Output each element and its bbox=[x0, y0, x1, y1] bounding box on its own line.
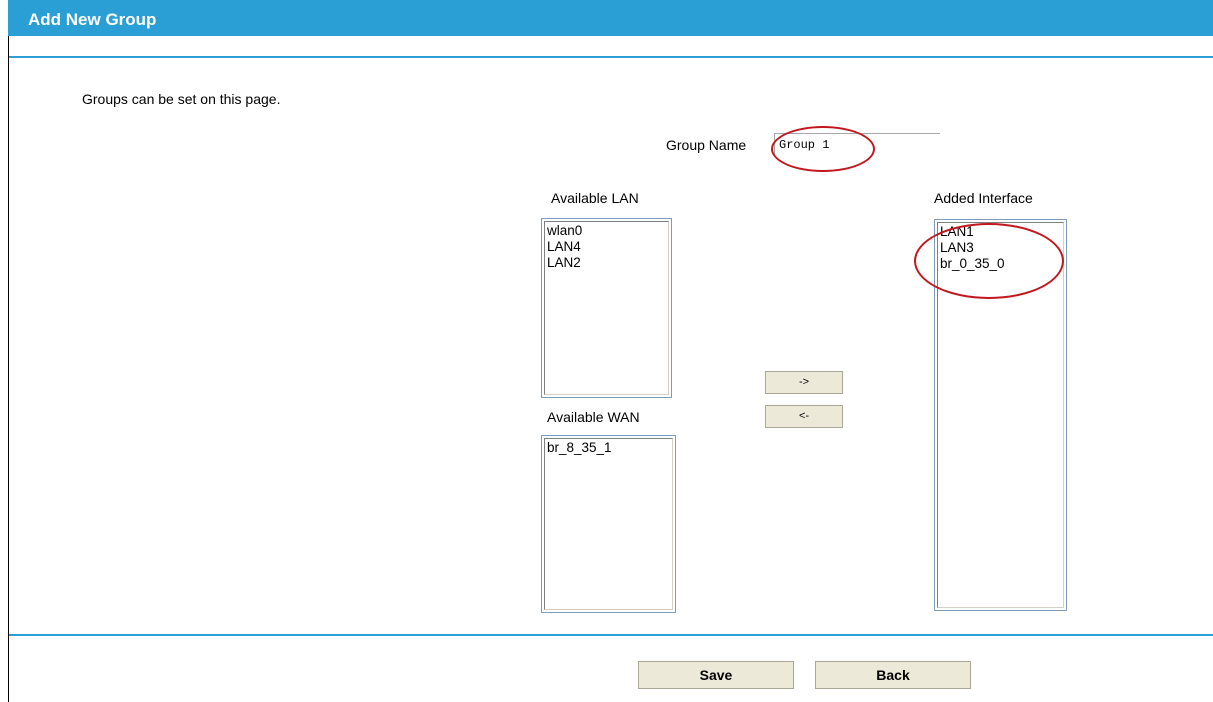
available-wan-label: Available WAN bbox=[547, 409, 640, 425]
page-title: Add New Group bbox=[28, 10, 157, 29]
add-interface-button[interactable]: -> bbox=[765, 371, 843, 394]
added-interface-label: Added Interface bbox=[934, 190, 1033, 206]
list-item[interactable]: LAN4 bbox=[547, 239, 666, 255]
save-button[interactable]: Save bbox=[638, 661, 794, 689]
added-interface-list[interactable]: LAN1 LAN3 br_0_35_0 bbox=[934, 219, 1067, 611]
group-name-label: Group Name bbox=[666, 137, 747, 153]
list-item[interactable]: LAN2 bbox=[547, 255, 666, 271]
bottom-divider bbox=[9, 634, 1213, 636]
back-button[interactable]: Back bbox=[815, 661, 971, 689]
list-item[interactable]: LAN3 bbox=[940, 240, 1061, 256]
list-item[interactable]: LAN1 bbox=[940, 224, 1061, 240]
page-description: Groups can be set on this page. bbox=[82, 91, 281, 107]
header-bar: Add New Group bbox=[8, 0, 1213, 36]
top-divider bbox=[9, 56, 1213, 58]
list-item[interactable]: br_0_35_0 bbox=[940, 256, 1061, 272]
list-item[interactable]: wlan0 bbox=[547, 223, 666, 239]
available-lan-list[interactable]: wlan0 LAN4 LAN2 bbox=[541, 218, 672, 398]
frame-border bbox=[8, 36, 9, 702]
group-name-input[interactable] bbox=[774, 133, 940, 155]
remove-interface-button[interactable]: <- bbox=[765, 405, 843, 428]
available-wan-list[interactable]: br_8_35_1 bbox=[541, 435, 676, 613]
available-lan-label: Available LAN bbox=[551, 190, 639, 206]
list-item[interactable]: br_8_35_1 bbox=[547, 440, 670, 456]
